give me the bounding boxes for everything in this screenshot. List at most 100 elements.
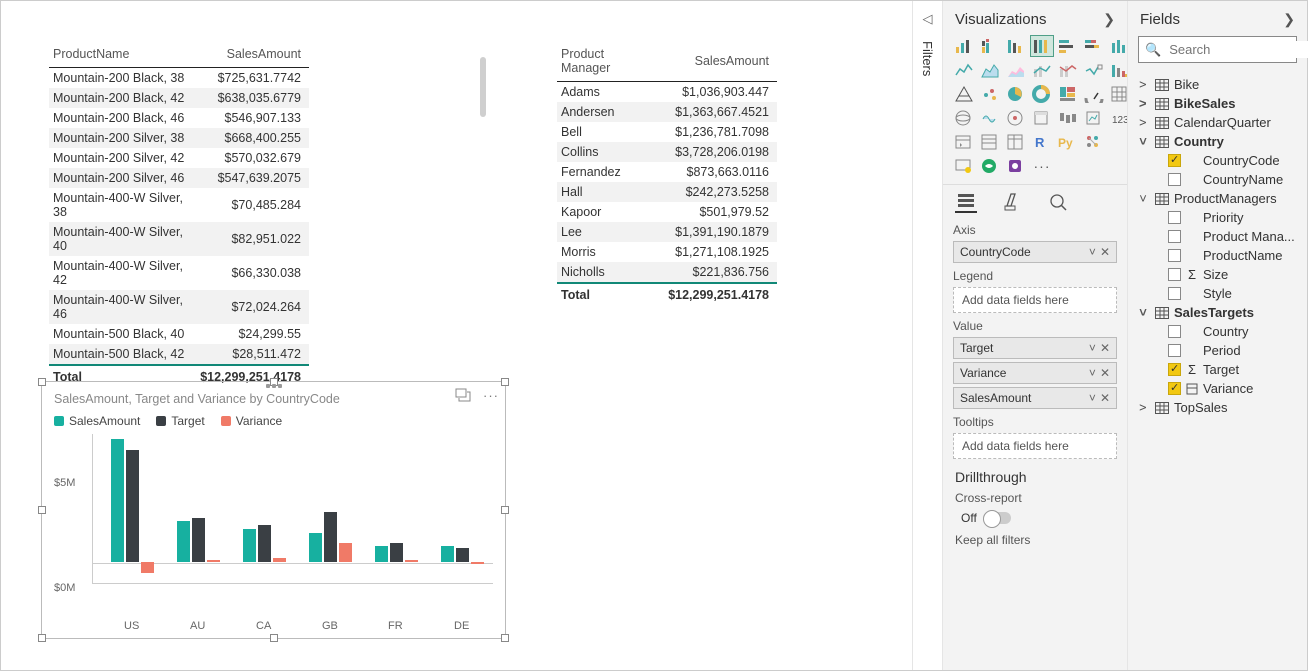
expand-icon[interactable]: ˅ xyxy=(1136,134,1150,149)
fields-table[interactable]: ˅Country xyxy=(1134,132,1301,151)
chart-bar[interactable] xyxy=(192,518,205,562)
table-manager-sales[interactable]: Product Manager SalesAmount Adams$1,036,… xyxy=(557,41,777,305)
table-row[interactable]: Mountain-500 Black, 42$28,511.472 xyxy=(49,344,309,365)
chart-visual[interactable]: ··· SalesAmount, Target and Variance by … xyxy=(41,381,506,639)
axis-field-pill[interactable]: CountryCode˅✕ xyxy=(953,241,1117,263)
viz-type-icon[interactable]: Py xyxy=(1057,132,1079,152)
collapse-viz-icon[interactable]: ❯ xyxy=(1103,11,1115,28)
expand-icon[interactable]: ˅ xyxy=(1136,78,1151,92)
chart-bar[interactable] xyxy=(126,450,139,563)
col-manager[interactable]: Product Manager xyxy=(557,41,664,82)
table-row[interactable]: Mountain-200 Silver, 46$547,639.2075 xyxy=(49,168,309,188)
chart-bar[interactable] xyxy=(441,546,454,563)
table-row[interactable]: Adams$1,036,903.447 xyxy=(557,82,777,103)
viz-type-icon[interactable] xyxy=(953,132,975,152)
chart-bar[interactable] xyxy=(375,546,388,563)
table-row[interactable]: Mountain-400-W Silver, 42$66,330.038 xyxy=(49,256,309,290)
fields-column[interactable]: Country xyxy=(1134,322,1301,341)
viz-type-icon[interactable] xyxy=(953,36,975,56)
viz-type-icon[interactable] xyxy=(1083,60,1105,80)
viz-type-icon[interactable] xyxy=(1057,108,1079,128)
field-checkbox[interactable] xyxy=(1168,363,1181,376)
viz-type-icon[interactable] xyxy=(953,60,975,80)
chart-bar[interactable] xyxy=(258,525,271,563)
table-row[interactable]: Mountain-200 Black, 38$725,631.7742 xyxy=(49,68,309,89)
expand-icon[interactable]: ˅ xyxy=(1136,97,1151,111)
viz-type-icon[interactable] xyxy=(1005,108,1027,128)
cross-report-toggle[interactable]: Off xyxy=(943,507,1127,531)
chevron-down-icon[interactable]: ˅ xyxy=(1089,391,1096,405)
fields-column[interactable]: Period xyxy=(1134,341,1301,360)
more-options-icon[interactable]: ··· xyxy=(483,388,499,405)
value-field-pill[interactable]: Variance˅✕ xyxy=(953,362,1117,384)
viz-type-icon[interactable] xyxy=(1083,84,1105,104)
fields-search[interactable]: 🔍 xyxy=(1138,36,1297,63)
remove-icon[interactable]: ✕ xyxy=(1100,341,1110,355)
table-row[interactable]: Mountain-200 Black, 42$638,035.6779 xyxy=(49,88,309,108)
expand-icon[interactable]: ˅ xyxy=(1136,305,1150,320)
fields-column[interactable]: Style xyxy=(1134,284,1301,303)
collapse-fields-icon[interactable]: ❯ xyxy=(1283,11,1295,28)
tooltips-well[interactable]: Add data fields here xyxy=(953,433,1117,459)
viz-type-icon[interactable] xyxy=(1005,60,1027,80)
chart-bar[interactable] xyxy=(471,562,484,564)
fields-column[interactable]: CountryCode xyxy=(1134,151,1301,170)
filters-collapsed-pane[interactable]: ◁ Filters xyxy=(912,1,942,670)
focus-mode-icon[interactable] xyxy=(455,388,471,405)
table-row[interactable]: Mountain-400-W Silver, 46$72,024.264 xyxy=(49,290,309,324)
table-row[interactable]: Lee$1,391,190.1879 xyxy=(557,222,777,242)
table-row[interactable]: Bell$1,236,781.7098 xyxy=(557,122,777,142)
field-checkbox[interactable] xyxy=(1168,325,1181,338)
field-checkbox[interactable] xyxy=(1168,287,1181,300)
field-checkbox[interactable] xyxy=(1168,154,1181,167)
chart-bar[interactable] xyxy=(273,558,286,562)
viz-type-icon[interactable]: R xyxy=(1031,132,1053,152)
chart-bar[interactable] xyxy=(339,543,352,562)
fields-column[interactable]: CountryName xyxy=(1134,170,1301,189)
viz-type-icon[interactable] xyxy=(1031,108,1053,128)
format-tab-icon[interactable] xyxy=(1001,191,1023,213)
viz-type-icon[interactable] xyxy=(1057,60,1079,80)
value-field-pill[interactable]: Target˅✕ xyxy=(953,337,1117,359)
fields-table[interactable]: ˅ProductManagers xyxy=(1134,189,1301,208)
viz-type-icon[interactable] xyxy=(953,108,975,128)
expand-icon[interactable]: ˅ xyxy=(1136,116,1151,130)
table-row[interactable]: Hall$242,273.5258 xyxy=(557,182,777,202)
viz-type-icon[interactable] xyxy=(1005,36,1027,56)
field-checkbox[interactable] xyxy=(1168,211,1181,224)
col-productname[interactable]: ProductName xyxy=(49,41,196,68)
table-row[interactable]: Mountain-500 Black, 40$24,299.55 xyxy=(49,324,309,344)
analytics-tab-icon[interactable] xyxy=(1047,191,1069,213)
chart-bar[interactable] xyxy=(177,521,190,563)
expand-filters-icon[interactable]: ◁ xyxy=(923,11,933,27)
value-field-pill[interactable]: SalesAmount˅✕ xyxy=(953,387,1117,409)
fields-table[interactable]: ˅CalendarQuarter xyxy=(1134,113,1301,132)
fields-column[interactable]: Product Mana... xyxy=(1134,227,1301,246)
fields-column[interactable]: ProductName xyxy=(1134,246,1301,265)
table-row[interactable]: Mountain-400-W Silver, 40$82,951.022 xyxy=(49,222,309,256)
table-row[interactable]: Mountain-400-W Silver, 38$70,485.284 xyxy=(49,188,309,222)
table-row[interactable]: Mountain-200 Silver, 38$668,400.255 xyxy=(49,128,309,148)
field-checkbox[interactable] xyxy=(1168,344,1181,357)
viz-type-icon[interactable] xyxy=(1083,36,1105,56)
fields-column[interactable]: ΣSize xyxy=(1134,265,1301,284)
viz-type-icon[interactable] xyxy=(1005,84,1027,104)
viz-type-icon[interactable] xyxy=(953,84,975,104)
viz-type-icon[interactable] xyxy=(1005,132,1027,152)
expand-icon[interactable]: ˅ xyxy=(1136,191,1150,206)
scrollbar-thumb[interactable] xyxy=(480,57,486,117)
field-checkbox[interactable] xyxy=(1168,230,1181,243)
chart-bar[interactable] xyxy=(111,439,124,562)
viz-type-icon[interactable] xyxy=(1005,156,1027,176)
more-visuals-icon[interactable]: ··· xyxy=(1031,156,1053,176)
viz-type-icon[interactable] xyxy=(1083,132,1105,152)
chart-bar[interactable] xyxy=(324,512,337,562)
viz-type-icon[interactable] xyxy=(979,132,1001,152)
fields-table[interactable]: ˅SalesTargets xyxy=(1134,303,1301,322)
viz-type-icon[interactable] xyxy=(1083,108,1105,128)
fields-column[interactable]: ΣTarget xyxy=(1134,360,1301,379)
field-checkbox[interactable] xyxy=(1168,268,1181,281)
col-salesamount[interactable]: SalesAmount xyxy=(664,41,777,82)
search-input[interactable] xyxy=(1167,41,1308,58)
drag-grip[interactable] xyxy=(259,384,289,390)
